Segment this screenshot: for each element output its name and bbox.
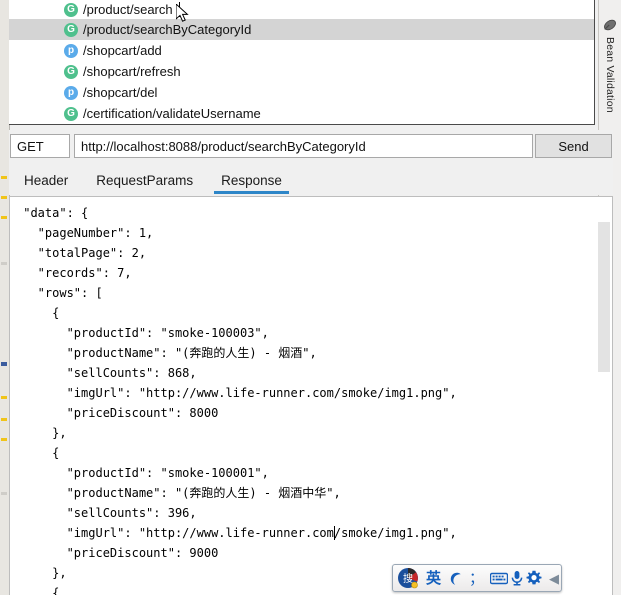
endpoint-row[interactable]: G/product/searchByCategoryId bbox=[9, 19, 594, 40]
ime-keyboard-button[interactable] bbox=[490, 566, 509, 590]
ime-toolbar[interactable]: 搜 英 ； ◀ bbox=[392, 564, 562, 592]
json-line: "productId": "smoke-100001", bbox=[16, 466, 269, 480]
json-line: "sellCounts": 868, bbox=[16, 366, 197, 380]
tool-tab-bean-validation[interactable]: Bean Validation bbox=[599, 8, 621, 126]
json-line: "rows": [ bbox=[16, 286, 103, 300]
mouse-pointer-icon bbox=[176, 4, 189, 22]
get-method-badge: G bbox=[64, 2, 78, 17]
svg-text:搜: 搜 bbox=[403, 572, 413, 585]
json-line: "productName": "(奔跑的人生) - 烟酒中华", bbox=[16, 486, 341, 500]
json-line: { bbox=[16, 306, 60, 320]
semicolon-icon: ； bbox=[469, 569, 485, 587]
response-scrollbar-track[interactable] bbox=[598, 198, 611, 594]
json-line: "records": 7, bbox=[16, 266, 132, 280]
tab-requestparams[interactable]: RequestParams bbox=[82, 166, 207, 194]
url-value: http://localhost:8088/product/searchByCa… bbox=[81, 138, 366, 154]
json-line: { bbox=[16, 446, 60, 460]
endpoint-path: /product/searchByCategoryId bbox=[83, 22, 252, 37]
response-panel[interactable]: "data": { "pageNumber": 1, "totalPage": … bbox=[9, 196, 613, 595]
endpoint-row[interactable]: p/shopcart/del bbox=[9, 82, 594, 103]
endpoint-path: /shopcart/del bbox=[83, 85, 158, 100]
tab-label: Response bbox=[221, 172, 282, 188]
get-method-badge: G bbox=[64, 106, 78, 121]
endpoint-row[interactable]: G/shopcart/refresh bbox=[9, 61, 594, 82]
ime-voice-button[interactable] bbox=[510, 566, 524, 590]
endpoint-path: /shopcart/add bbox=[83, 43, 162, 58]
post-method-badge: p bbox=[64, 43, 78, 58]
text-caret bbox=[333, 526, 335, 540]
endpoint-row[interactable]: G/product/search bbox=[9, 0, 594, 19]
response-scrollbar-thumb[interactable] bbox=[598, 222, 610, 372]
microphone-icon bbox=[511, 571, 523, 586]
http-method-value: GET bbox=[17, 138, 44, 154]
tab-response[interactable]: Response bbox=[207, 166, 296, 194]
json-line: }, bbox=[16, 426, 67, 440]
get-method-badge: G bbox=[64, 22, 78, 37]
endpoint-path: /certification/validateUsername bbox=[83, 106, 261, 121]
send-button-label: Send bbox=[558, 138, 589, 154]
request-area: GET http://localhost:8088/product/search… bbox=[9, 130, 613, 195]
ime-mode-button[interactable]: 英 bbox=[422, 566, 445, 590]
json-line: "data": { bbox=[16, 206, 89, 220]
http-method-select[interactable]: GET bbox=[10, 134, 70, 158]
send-button[interactable]: Send bbox=[535, 134, 612, 158]
settings-icon bbox=[526, 570, 542, 585]
endpoint-path: /shopcart/refresh bbox=[83, 64, 181, 79]
app-window: Bean Validation G/product/search G/produc… bbox=[0, 0, 621, 595]
endpoint-row[interactable]: G/certification/validateUsername bbox=[9, 103, 594, 124]
json-line: "productId": "smoke-100003", bbox=[16, 326, 269, 340]
ime-moon-button[interactable] bbox=[447, 566, 463, 590]
json-line: "pageNumber": 1, bbox=[16, 226, 154, 240]
post-method-badge: p bbox=[64, 85, 78, 100]
response-tabs[interactable]: Header RequestParams Response bbox=[10, 166, 296, 194]
ime-collapse-icon[interactable]: ◀ bbox=[549, 572, 559, 585]
keyboard-icon bbox=[490, 572, 509, 585]
tab-header[interactable]: Header bbox=[10, 166, 82, 194]
get-method-badge: G bbox=[64, 64, 78, 79]
ime-settings-button[interactable] bbox=[526, 566, 542, 590]
json-line: "imgUrl": "http://www.life-runner.com/sm… bbox=[16, 526, 457, 540]
bean-validation-icon bbox=[604, 19, 616, 31]
response-json-text[interactable]: "data": { "pageNumber": 1, "totalPage": … bbox=[10, 197, 598, 595]
tab-label: Header bbox=[24, 172, 69, 188]
ime-punctuation-button[interactable]: ； bbox=[465, 566, 488, 590]
endpoint-path: /product/search bbox=[83, 2, 173, 17]
ime-mode-label: 英 bbox=[426, 568, 442, 587]
tab-active-underline bbox=[214, 191, 289, 194]
json-line: "priceDiscount": 8000 bbox=[16, 406, 219, 420]
tab-label: RequestParams bbox=[96, 172, 194, 188]
endpoint-row[interactable]: p/shopcart/add bbox=[9, 40, 594, 61]
endpoint-list-panel[interactable]: G/product/search G/product/searchByCatego… bbox=[9, 0, 595, 125]
moon-icon bbox=[450, 572, 461, 585]
url-input[interactable]: http://localhost:8088/product/searchByCa… bbox=[74, 134, 533, 158]
json-line: "totalPage": 2, bbox=[16, 246, 147, 260]
json-line: "imgUrl": "http://www.life-runner.com/sm… bbox=[16, 386, 457, 400]
tool-tab-label: Bean Validation bbox=[604, 37, 616, 113]
sogou-logo-icon[interactable]: 搜 bbox=[397, 567, 419, 589]
json-line: "productName": "(奔跑的人生) - 烟酒", bbox=[16, 346, 317, 360]
json-line: "sellCounts": 396, bbox=[16, 506, 197, 520]
json-line: "priceDiscount": 9000 bbox=[16, 546, 219, 560]
